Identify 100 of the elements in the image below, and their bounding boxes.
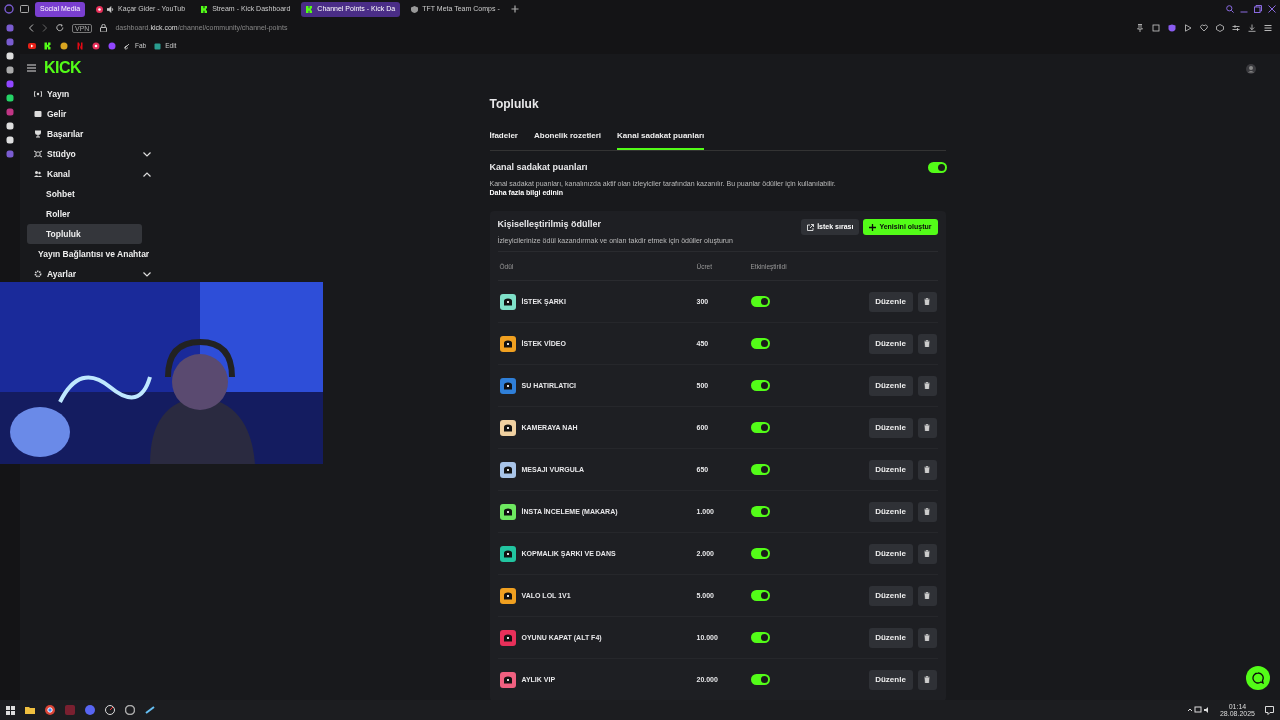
notification-icon[interactable] [1265,705,1274,715]
sidebar-item[interactable]: Ayarlar [27,264,155,284]
delete-button[interactable] [917,585,937,606]
menu-icon[interactable] [27,64,36,72]
toggle-switch[interactable] [750,674,770,686]
toggle-switch[interactable] [750,380,770,392]
delete-button[interactable] [917,501,937,522]
netflix-icon[interactable] [76,42,84,50]
avatar-icon[interactable] [1246,64,1256,74]
edit-button[interactable]: Düzenle [868,291,913,312]
pin-icon[interactable] [1136,24,1144,32]
edit-button[interactable]: Düzenle [868,627,913,648]
wallet-icon [34,110,42,118]
chest-icon [502,591,513,600]
delete-button[interactable] [917,459,937,480]
sidebar-subitem[interactable]: Sohbet [27,184,142,204]
toggle-switch[interactable] [927,162,947,174]
shield-icon [411,5,419,13]
search-icon[interactable] [1226,5,1234,13]
trash-icon [924,592,930,600]
sidebar-item[interactable]: Kanal [27,164,155,184]
kick-k-icon [201,5,209,13]
tray-icons[interactable] [1187,706,1210,714]
edit-button[interactable]: Düzenle [868,459,913,480]
broadcast-icon [34,90,42,98]
toggle-switch[interactable] [750,506,770,518]
sidebar-item[interactable]: Gelir [27,104,150,124]
toggle-switch[interactable] [750,296,770,308]
edit-button[interactable]: Düzenle [868,585,913,606]
heart-icon[interactable] [1200,24,1208,32]
tab-list-icon[interactable] [20,5,29,13]
chest-icon [502,633,513,642]
trash-icon [924,298,930,306]
edit-button[interactable]: Düzenle [868,543,913,564]
delete-button[interactable] [917,543,937,564]
delete-button[interactable] [917,669,937,690]
chest-icon [502,549,513,558]
sidebar-subitem[interactable]: Roller [27,204,142,224]
kick-k-icon[interactable] [44,42,52,50]
delete-button[interactable] [917,333,937,354]
sidebar-item[interactable]: Başarılar [27,124,150,144]
toggle-switch[interactable] [750,422,770,434]
edit-button[interactable]: Düzenle [868,333,913,354]
edit-button[interactable]: Düzenle [868,669,913,690]
toggle-switch[interactable] [750,548,770,560]
chest-icon [502,507,513,516]
close-icon[interactable] [1268,5,1276,13]
lock-icon [100,24,108,32]
trash-icon [924,382,930,390]
chevron-up-icon[interactable] [143,171,151,177]
toggle-switch[interactable] [750,632,770,644]
delete-button[interactable] [917,375,937,396]
gauge-icon[interactable] [105,705,115,715]
maximize-icon[interactable] [1254,5,1262,13]
menu-icon[interactable] [1264,24,1272,32]
people-icon [34,170,42,178]
toggle-switch[interactable] [750,590,770,602]
play-icon[interactable] [1184,24,1192,32]
page-tab[interactable]: Kanal sadakat puanları [617,129,705,150]
shield-icon[interactable] [1168,24,1176,32]
link-icon [124,42,131,50]
chrome-icon[interactable] [45,705,55,715]
back-icon[interactable] [28,24,34,32]
cube-icon[interactable] [1216,24,1224,32]
chest-icon [502,465,513,474]
toggle-switch[interactable] [750,464,770,476]
folder-icon[interactable] [25,705,35,715]
record-icon[interactable] [92,42,100,50]
new-tab-icon[interactable] [510,5,519,13]
sidebar-item[interactable]: Stüdyo [27,144,155,164]
edit-button[interactable]: Düzenle [868,375,913,396]
chest-icon [502,339,513,348]
plus-icon [869,223,877,231]
delete-button[interactable] [917,291,937,312]
chevron-down-icon[interactable] [143,271,151,277]
trash-icon [924,466,930,474]
page-tab[interactable]: İfadeler [489,129,518,150]
windows-start-icon[interactable] [6,705,15,715]
edit-button[interactable]: Düzenle [868,417,913,438]
delete-button[interactable] [917,627,937,648]
card-title: Kişiselleştirilmiş ödüller [497,218,603,232]
reload-icon[interactable] [56,24,64,32]
browser-logo-icon[interactable] [4,4,14,14]
trash-icon [924,550,930,558]
sliders-icon[interactable] [1232,24,1240,32]
page-tab[interactable]: Abonelik rozetleri [533,129,602,150]
external-link-icon [807,223,815,231]
chevron-down-icon[interactable] [143,151,151,157]
toggle-switch[interactable] [750,338,770,350]
delete-button[interactable] [917,417,937,438]
kick-logo[interactable]: KICK [44,60,82,76]
sidebar-subitem[interactable]: Topluluk [27,224,142,244]
sidebar-item[interactable]: Yayın [27,84,150,104]
trash-icon [924,676,930,684]
sidebar-item[interactable]: Yayın Bağlantısı ve Anahtar [27,244,150,264]
edit-button[interactable]: Düzenle [868,501,913,522]
chest-icon [502,297,513,306]
screenshot-icon[interactable] [1152,24,1160,32]
download-icon[interactable] [1248,24,1256,32]
youtube-icon[interactable] [28,42,36,50]
